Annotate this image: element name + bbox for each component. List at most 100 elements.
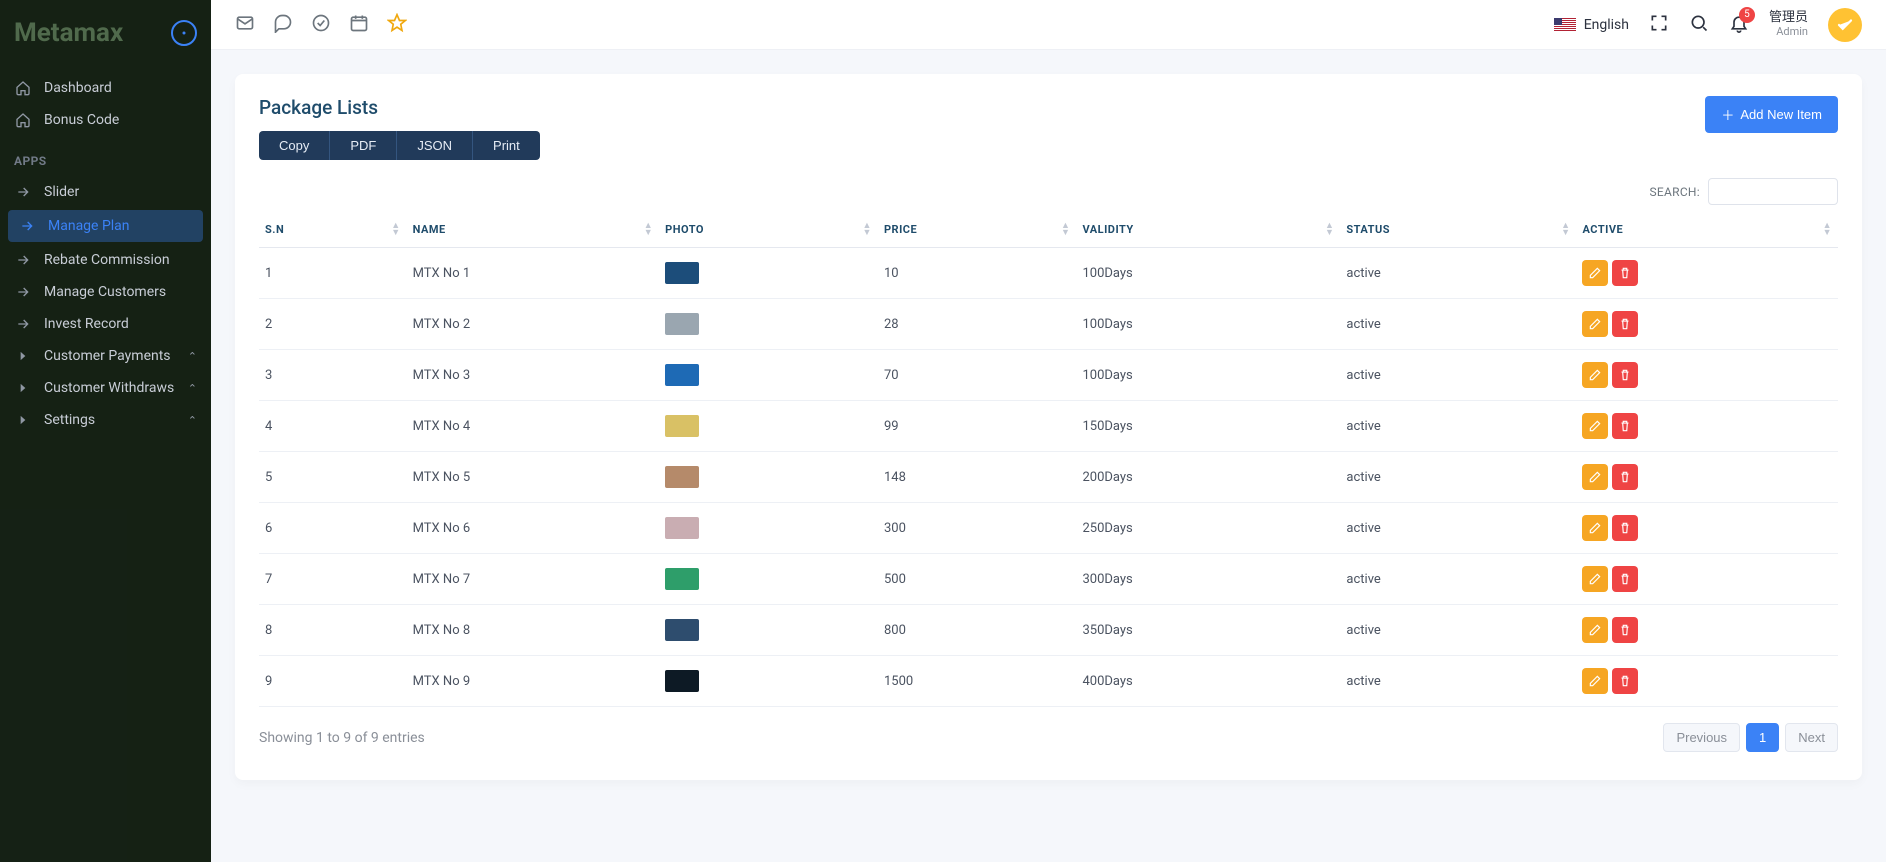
edit-button[interactable]: [1582, 260, 1608, 286]
sort-icon: ▲▼: [391, 223, 400, 237]
flag-icon: [1554, 18, 1576, 32]
avatar[interactable]: [1828, 8, 1862, 42]
sidebar-item-customer-withdraws[interactable]: Customer Withdraws⌃: [0, 372, 211, 404]
col-photo[interactable]: PHOTO▲▼: [659, 213, 878, 248]
col-sn[interactable]: S.N▲▼: [259, 213, 407, 248]
sidebar-item-settings[interactable]: Settings⌃: [0, 404, 211, 436]
sort-icon: ▲▼: [1325, 223, 1334, 237]
col-name[interactable]: NAME▲▼: [407, 213, 659, 248]
sidebar-item-rebate-commission[interactable]: Rebate Commission: [0, 244, 211, 276]
cell-actions: [1576, 554, 1838, 605]
sidebar-item-slider[interactable]: Slider: [0, 176, 211, 208]
notifications-button[interactable]: 5: [1729, 13, 1749, 37]
cell-name: MTX No 7: [407, 554, 659, 605]
search-icon[interactable]: [1689, 13, 1709, 37]
table-row: 7MTX No 7500300Daysactive: [259, 554, 1838, 605]
pager-next-button[interactable]: Next: [1785, 723, 1838, 752]
edit-button[interactable]: [1582, 566, 1608, 592]
col-validity[interactable]: VALIDITY▲▼: [1076, 213, 1340, 248]
add-new-item-button[interactable]: ＋ Add New Item: [1705, 96, 1838, 133]
check-icon[interactable]: [311, 13, 331, 37]
table-row: 8MTX No 8800350Daysactive: [259, 605, 1838, 656]
cell-photo: [659, 299, 878, 350]
edit-button[interactable]: [1582, 311, 1608, 337]
home-icon: [14, 80, 32, 96]
table-row: 2MTX No 228100Daysactive: [259, 299, 1838, 350]
sidebar-item-label: Rebate Commission: [44, 252, 170, 268]
export-copy-button[interactable]: Copy: [259, 131, 330, 160]
thumbnail: [665, 313, 699, 335]
thumbnail: [665, 364, 699, 386]
col-status[interactable]: STATUS▲▼: [1340, 213, 1576, 248]
star-icon[interactable]: [387, 13, 407, 37]
delete-button[interactable]: [1612, 311, 1638, 337]
cell-status: active: [1340, 554, 1576, 605]
export-pdf-button[interactable]: PDF: [330, 131, 397, 160]
edit-button[interactable]: [1582, 668, 1608, 694]
pager-page-1[interactable]: 1: [1746, 723, 1779, 752]
delete-button[interactable]: [1612, 464, 1638, 490]
search-input[interactable]: [1708, 178, 1838, 205]
delete-button[interactable]: [1612, 413, 1638, 439]
sidebar-section-apps: APPS: [0, 136, 211, 176]
cell-sn: 7: [259, 554, 407, 605]
edit-button[interactable]: [1582, 362, 1608, 388]
cell-sn: 4: [259, 401, 407, 452]
home-icon: [14, 112, 32, 128]
delete-button[interactable]: [1612, 260, 1638, 286]
thumbnail: [665, 262, 699, 284]
card-header: Package Lists CopyPDFJSONPrint ＋ Add New…: [259, 96, 1838, 160]
export-print-button[interactable]: Print: [473, 131, 540, 160]
thumbnail: [665, 670, 699, 692]
cell-price: 1500: [878, 656, 1077, 707]
cell-status: active: [1340, 350, 1576, 401]
cell-validity: 100Days: [1076, 248, 1340, 299]
cell-price: 28: [878, 299, 1077, 350]
sidebar-item-bonus-code[interactable]: Bonus Code: [0, 104, 211, 136]
edit-button[interactable]: [1582, 464, 1608, 490]
delete-button[interactable]: [1612, 668, 1638, 694]
target-icon[interactable]: [171, 20, 197, 46]
export-json-button[interactable]: JSON: [397, 131, 473, 160]
sidebar-item-manage-plan[interactable]: Manage Plan: [8, 210, 203, 242]
col-price[interactable]: PRICE▲▼: [878, 213, 1077, 248]
fullscreen-icon[interactable]: [1649, 13, 1669, 37]
cell-name: MTX No 5: [407, 452, 659, 503]
user-info[interactable]: 管理员 Admin: [1769, 11, 1808, 37]
col-active[interactable]: ACTIVE▲▼: [1576, 213, 1838, 248]
arrow-icon: [14, 184, 32, 200]
edit-button[interactable]: [1582, 413, 1608, 439]
plus-icon: ＋: [1721, 105, 1734, 124]
content: Package Lists CopyPDFJSONPrint ＋ Add New…: [211, 50, 1886, 820]
cell-sn: 6: [259, 503, 407, 554]
arrow-icon: [14, 316, 32, 332]
sidebar-item-label: Invest Record: [44, 316, 129, 332]
delete-button[interactable]: [1612, 515, 1638, 541]
sidebar-item-customer-payments[interactable]: Customer Payments⌃: [0, 340, 211, 372]
cell-name: MTX No 9: [407, 656, 659, 707]
delete-button[interactable]: [1612, 566, 1638, 592]
arrow-icon: [14, 252, 32, 268]
entries-info: Showing 1 to 9 of 9 entries: [259, 730, 425, 746]
edit-button[interactable]: [1582, 515, 1608, 541]
delete-button[interactable]: [1612, 617, 1638, 643]
thumbnail: [665, 517, 699, 539]
arrow-icon: [18, 218, 36, 234]
sort-icon: ▲▼: [1061, 223, 1070, 237]
chat-icon[interactable]: [273, 13, 293, 37]
sidebar-item-invest-record[interactable]: Invest Record: [0, 308, 211, 340]
table-row: 4MTX No 499150Daysactive: [259, 401, 1838, 452]
sidebar-item-dashboard[interactable]: Dashboard: [0, 72, 211, 104]
language-selector[interactable]: English: [1554, 17, 1629, 33]
pager-prev-button[interactable]: Previous: [1663, 723, 1740, 752]
sidebar-item-label: Dashboard: [44, 80, 112, 96]
cell-price: 10: [878, 248, 1077, 299]
edit-button[interactable]: [1582, 617, 1608, 643]
language-label: English: [1584, 17, 1629, 33]
cell-actions: [1576, 452, 1838, 503]
delete-button[interactable]: [1612, 362, 1638, 388]
mail-icon[interactable]: [235, 13, 255, 37]
calendar-icon[interactable]: [349, 13, 369, 37]
sidebar-item-manage-customers[interactable]: Manage Customers: [0, 276, 211, 308]
topbar-right: English 5 管理员 Admin: [1554, 8, 1862, 42]
